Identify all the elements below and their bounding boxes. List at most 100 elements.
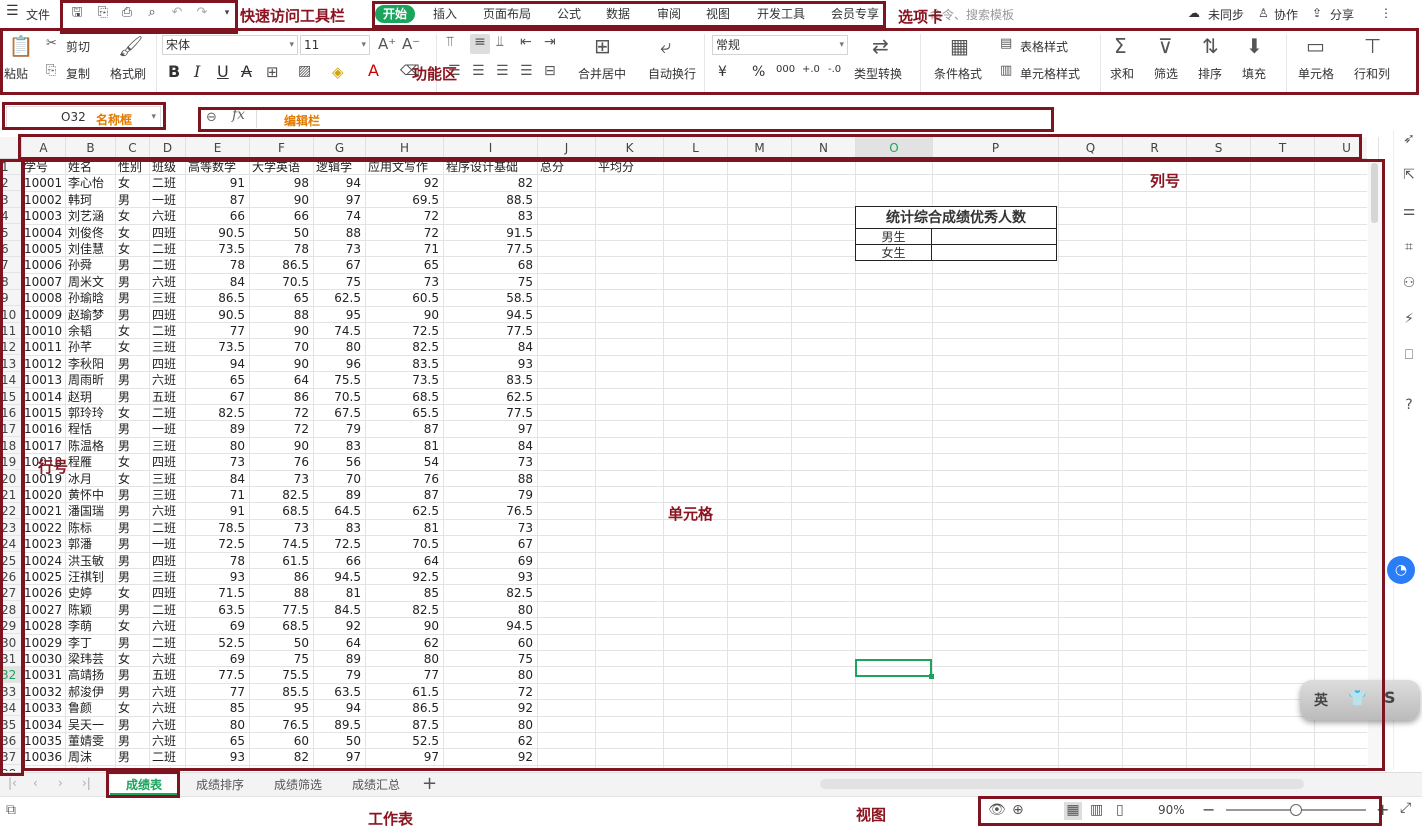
indent-decrease-icon[interactable]: ⇤ [520, 34, 532, 50]
table-cell[interactable]: 63.5 [316, 684, 365, 700]
settings-sliders-icon[interactable]: ⚌ [1400, 202, 1418, 220]
table-cell[interactable]: 六班 [152, 503, 185, 519]
table-cell[interactable]: 10029 [24, 635, 65, 651]
share-button[interactable]: 分享 [1330, 6, 1354, 23]
table-cell[interactable]: 81 [368, 520, 443, 536]
table-cell[interactable]: 67 [188, 389, 249, 405]
table-cell[interactable]: 86 [252, 569, 313, 585]
table-cell[interactable]: 95 [252, 700, 313, 716]
header-cell[interactable]: 班级 [152, 159, 185, 175]
shape-icon[interactable]: ⌗ [1400, 238, 1418, 256]
table-cell[interactable]: 10030 [24, 651, 65, 667]
cut-icon[interactable]: ✂ [46, 36, 57, 51]
distributed-icon[interactable]: ⊟ [544, 63, 556, 79]
table-style-button[interactable]: 表格样式 [1020, 38, 1068, 55]
table-cell[interactable]: 女 [118, 700, 149, 716]
table-cell[interactable]: 79 [316, 667, 365, 683]
tab-member[interactable]: 会员专享 [825, 5, 885, 23]
row-header-cell[interactable]: 18 [0, 438, 21, 454]
table-cell[interactable]: 62.5 [316, 290, 365, 306]
tab-view[interactable]: 视图 [700, 5, 736, 23]
sort-button[interactable]: 排序 [1198, 65, 1222, 82]
table-cell[interactable]: 74 [316, 208, 365, 224]
table-cell[interactable]: 男 [118, 192, 149, 208]
table-cell[interactable]: 六班 [152, 208, 185, 224]
table-cell[interactable]: 66 [188, 208, 249, 224]
sort-icon[interactable]: ⇅ [1202, 34, 1219, 58]
column-header-cell[interactable]: H [366, 137, 444, 159]
table-cell[interactable]: 77.5 [446, 323, 537, 339]
table-cell[interactable]: 一班 [152, 192, 185, 208]
cell-style-button[interactable]: 单元格样式 [1020, 65, 1080, 82]
table-cell[interactable]: 73.5 [188, 241, 249, 257]
row-header-cell[interactable]: 32 [0, 667, 21, 683]
table-cell[interactable]: 男 [118, 667, 149, 683]
table-cell[interactable]: 男 [118, 569, 149, 585]
table-cell[interactable]: 64 [316, 635, 365, 651]
table-cell[interactable]: 75.5 [316, 372, 365, 388]
table-cell[interactable]: 10007 [24, 274, 65, 290]
table-cell[interactable]: 90 [252, 192, 313, 208]
fill-color-icon[interactable]: ◈ [332, 63, 344, 81]
table-cell[interactable]: 10013 [24, 372, 65, 388]
table-cell[interactable]: 86.5 [188, 290, 249, 306]
table-cell[interactable]: 男 [118, 487, 149, 503]
table-cell[interactable]: 74.5 [252, 536, 313, 552]
underline-button[interactable]: U [217, 62, 229, 81]
table-cell[interactable]: 66 [368, 766, 443, 771]
table-cell[interactable]: 93 [446, 569, 537, 585]
type-convert-button[interactable]: 类型转换 [854, 65, 902, 82]
table-cell[interactable]: 75 [252, 651, 313, 667]
table-cell[interactable]: 75 [446, 274, 537, 290]
table-cell[interactable]: 62.5 [446, 389, 537, 405]
table-cell[interactable]: 63.5 [188, 602, 249, 618]
row-header-cell[interactable]: 17 [0, 421, 21, 437]
table-cell[interactable]: 董婧雯 [68, 733, 115, 749]
table-cell[interactable]: 96 [316, 356, 365, 372]
table-cell[interactable]: 89 [316, 651, 365, 667]
first-sheet-icon[interactable]: |‹ [8, 776, 17, 790]
table-cell[interactable]: 68 [446, 257, 537, 273]
header-cell[interactable]: 学号 [24, 159, 65, 175]
table-cell[interactable]: 70 [252, 339, 313, 355]
table-cell[interactable]: 10036 [24, 749, 65, 765]
table-cell[interactable]: 76.5 [252, 717, 313, 733]
table-cell[interactable]: 93 [188, 569, 249, 585]
table-cell[interactable]: 三班 [152, 487, 185, 503]
table-cell[interactable]: 10017 [24, 438, 65, 454]
row-header-cell[interactable]: 8 [0, 274, 21, 290]
table-cell[interactable]: 68.5 [252, 503, 313, 519]
fill-button[interactable]: 填充 [1242, 65, 1266, 82]
table-cell[interactable]: 92.5 [368, 569, 443, 585]
table-cell[interactable]: 76 [368, 471, 443, 487]
row-header-cell[interactable]: 33 [0, 684, 21, 700]
zoom-slider[interactable] [1226, 804, 1366, 816]
table-cell[interactable]: 77.5 [252, 602, 313, 618]
table-cell[interactable]: 孙舜 [68, 257, 115, 273]
table-cell[interactable]: 女 [118, 454, 149, 470]
table-cell[interactable]: 50 [252, 635, 313, 651]
table-cell[interactable]: 10015 [24, 405, 65, 421]
table-cell[interactable]: 72 [252, 421, 313, 437]
table-cell[interactable]: 二班 [152, 602, 185, 618]
conditional-format-icon[interactable]: ▦ [950, 34, 969, 58]
table-cell[interactable]: 四班 [152, 307, 185, 323]
table-cell[interactable]: 92 [446, 700, 537, 716]
table-cell[interactable]: 四班 [152, 356, 185, 372]
align-middle-icon[interactable]: ≡ [470, 34, 490, 54]
table-cell[interactable]: 67 [316, 257, 365, 273]
table-cell[interactable]: 73.5 [368, 372, 443, 388]
table-cell[interactable]: 93 [188, 749, 249, 765]
table-cell[interactable]: 10010 [24, 323, 65, 339]
table-cell[interactable]: 65 [252, 290, 313, 306]
table-cell[interactable]: 周雨昕 [68, 372, 115, 388]
table-cell[interactable]: 71.5 [188, 585, 249, 601]
table-cell[interactable]: 10027 [24, 602, 65, 618]
row-header-cell[interactable]: 20 [0, 471, 21, 487]
table-cell[interactable]: 10006 [24, 257, 65, 273]
column-header-cell[interactable]: D [150, 137, 186, 159]
table-cell[interactable]: 60.5 [368, 290, 443, 306]
table-cell[interactable]: 三班 [152, 569, 185, 585]
table-cell[interactable]: 男 [118, 372, 149, 388]
table-cell[interactable]: 69 [188, 618, 249, 634]
